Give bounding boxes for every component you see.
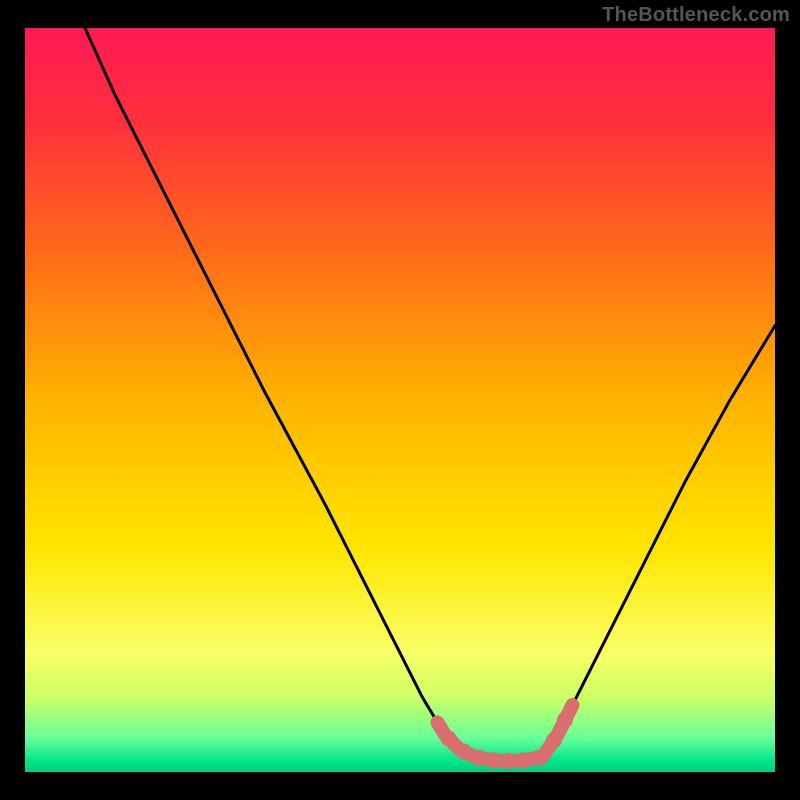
- highlight-dot: [557, 712, 573, 728]
- highlight-dot: [516, 752, 532, 768]
- highlight-dot: [456, 744, 472, 760]
- bottleneck-plot: [25, 28, 775, 772]
- highlight-dot: [486, 752, 502, 768]
- highlight-dot: [546, 732, 562, 748]
- chart-frame: TheBottleneck.com: [0, 0, 800, 800]
- plot-area: [25, 28, 775, 772]
- highlight-dot: [471, 750, 487, 766]
- highlight-dot: [441, 731, 457, 747]
- highlight-dot: [531, 750, 547, 766]
- watermark-text: TheBottleneck.com: [602, 4, 790, 27]
- highlight-dot: [501, 753, 517, 769]
